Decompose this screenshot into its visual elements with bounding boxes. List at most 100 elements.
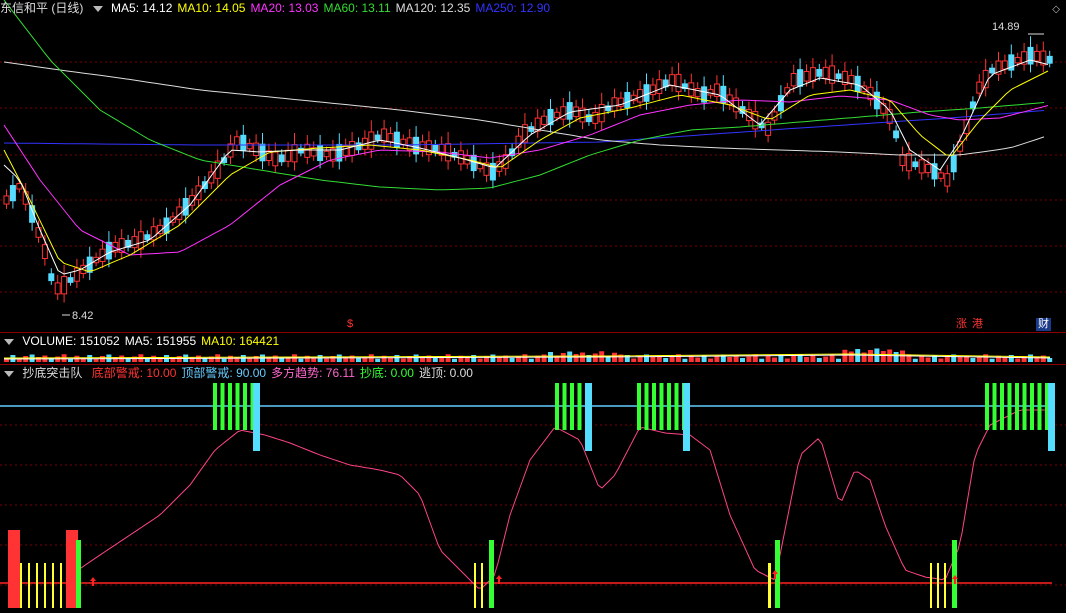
event-tag-finance[interactable]: 财 [1036, 318, 1051, 331]
candlestick [1033, 50, 1040, 62]
volume-bar [477, 358, 483, 362]
price-candlestick-chart[interactable] [0, 0, 1066, 332]
volume-panel-header: VOLUME: 151052 MA5: 151955 MA10: 164421 [0, 333, 289, 349]
top-warning-bar [667, 383, 671, 430]
buy-signal-bar [952, 540, 957, 608]
ma-legend-item: MA20: 13.03 [250, 1, 319, 15]
top-warning-bar [228, 383, 232, 430]
candlestick [880, 103, 887, 114]
escape-signal-bar [1048, 383, 1055, 451]
dividend-marker[interactable]: $ [347, 318, 353, 331]
volume-menu-dropdown-icon[interactable] [4, 338, 14, 345]
candlestick [656, 79, 663, 94]
candlestick [1046, 55, 1053, 64]
candlestick [368, 131, 375, 150]
volume-bar [733, 355, 739, 362]
volume-bar [970, 358, 976, 362]
top-warning-bar [243, 383, 247, 430]
volume-bar [298, 358, 304, 362]
volume-bar [509, 358, 515, 362]
candlestick [816, 68, 823, 77]
candlestick [566, 102, 573, 120]
high-price-label: 14.89 [992, 21, 1020, 33]
volume-bar [848, 351, 854, 362]
bottom-warning-thin-bar [474, 563, 476, 608]
ma-legend-item: MA120: 12.35 [395, 1, 471, 15]
volume-bar [650, 357, 656, 362]
volume-bar [836, 358, 841, 362]
indicator-chart[interactable] [0, 365, 1066, 613]
price-chart-panel[interactable]: 东信和平 (日线) MA5: 14.12 MA10: 14.05 MA20: 13.… [0, 0, 1066, 332]
event-tag-rise[interactable]: 涨 [956, 318, 967, 331]
candlestick [835, 73, 842, 80]
volume-bar [804, 357, 809, 362]
stock-title[interactable]: 东信和平 (日线) [0, 1, 83, 15]
candlestick [323, 150, 330, 158]
top-warning-bar [577, 383, 582, 430]
volume-bar [541, 354, 547, 362]
volume-bar [324, 358, 329, 362]
volume-bar [925, 357, 931, 362]
top-warning-bar [1015, 383, 1019, 430]
event-tag-hk[interactable]: 港 [972, 318, 983, 331]
ma-legend-item: MA10: 14.05 [177, 1, 246, 15]
volume-bar [791, 356, 797, 362]
candlestick [899, 154, 906, 166]
indicator-name[interactable]: 抄底突击队 [22, 366, 82, 380]
volume-bar [1047, 358, 1053, 362]
candlestick [1001, 60, 1008, 70]
volume-bar [823, 356, 829, 362]
ma-menu-dropdown-icon[interactable] [92, 5, 103, 12]
volume-bar [490, 354, 496, 362]
candlestick [349, 141, 356, 156]
indicator-panel-header: 抄底突击队 底部警戒: 10.00 顶部警戒: 90.00 多方趋势: 76.11 抄… [0, 365, 483, 381]
indicator-legend-item: 抄底: 0.00 [359, 366, 414, 380]
volume-bar [740, 358, 745, 362]
candlestick [624, 91, 631, 109]
candlestick [790, 72, 797, 87]
candlestick [848, 75, 855, 85]
candlestick [355, 142, 362, 151]
volume-bar [356, 358, 361, 362]
indicator-menu-dropdown-icon[interactable] [4, 370, 14, 377]
volume-bar [522, 354, 528, 362]
candlestick [131, 236, 138, 249]
volume-legend-item: MA5: 151955 [124, 334, 197, 348]
candlestick [233, 136, 240, 146]
candlestick [1014, 56, 1021, 64]
indicator-legend: 底部警戒: 10.00 顶部警戒: 90.00 多方趋势: 76.11 抄底: 0.0… [92, 366, 478, 380]
bottom-warning-thin-bar [930, 563, 932, 608]
volume-bar [573, 354, 579, 362]
candlestick [669, 74, 676, 87]
top-warning-bar [235, 383, 240, 430]
candlestick [387, 133, 394, 143]
volume-bar [880, 351, 886, 362]
top-warning-bar [1022, 383, 1027, 430]
candlestick [553, 111, 560, 119]
volume-bar [983, 354, 989, 362]
volume-bar [631, 358, 637, 362]
trend-line [77, 409, 1050, 589]
indicator-panel[interactable]: 抄底突击队 底部警戒: 10.00 顶部警戒: 90.00 多方趋势: 76.11 抄… [0, 365, 1066, 613]
candlestick [41, 244, 48, 259]
candlestick [67, 277, 74, 283]
volume-bar [784, 358, 790, 362]
volume-legend: VOLUME: 151052 MA5: 151955 MA10: 164421 [22, 334, 284, 348]
candlestick [291, 144, 298, 163]
volume-panel[interactable]: VOLUME: 151052 MA5: 151955 MA10: 164421 [0, 333, 1066, 364]
buy-signal-bar [489, 540, 494, 608]
candlestick [304, 143, 311, 158]
candlestick [285, 149, 292, 162]
volume-bar [957, 357, 963, 362]
ma-legend-item: MA250: 12.90 [475, 1, 551, 15]
bottom-warning-thin-bar [28, 563, 30, 608]
volume-bar [221, 358, 227, 362]
volume-bar [272, 355, 278, 362]
low-price-label: 8.42 [72, 310, 94, 322]
volume-bar [893, 352, 899, 362]
volume-bar [759, 358, 765, 362]
price-panel-header: 东信和平 (日线) MA5: 14.12 MA10: 14.05 MA20: 13.… [0, 0, 560, 16]
candlestick [643, 84, 650, 102]
volume-bar [247, 358, 253, 362]
volume-bar [810, 355, 816, 362]
